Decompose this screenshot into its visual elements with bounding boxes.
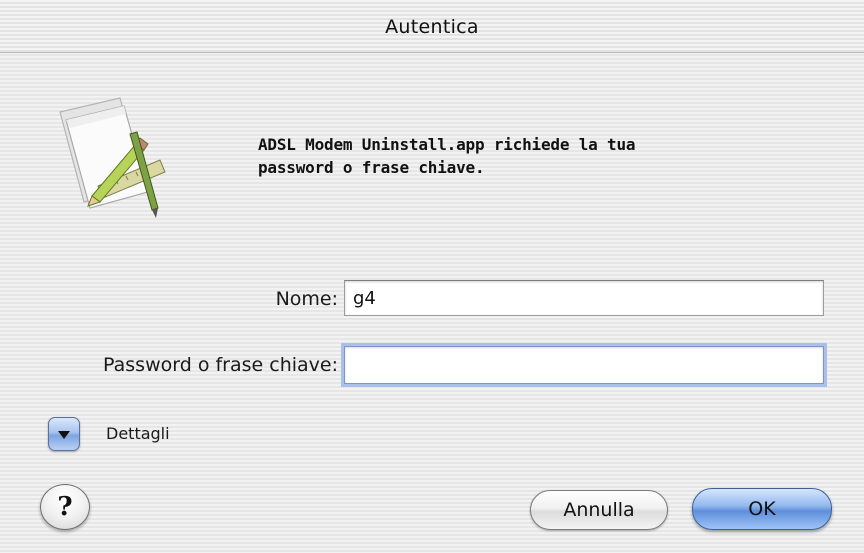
help-button[interactable]: ? xyxy=(40,484,90,530)
dialog-message-line-1: ADSL Modem Uninstall.app richiede la tua xyxy=(258,135,636,154)
ok-button[interactable]: OK xyxy=(692,488,832,530)
title-bar[interactable]: Autentica xyxy=(0,0,864,53)
details-label: Dettagli xyxy=(106,424,170,443)
auth-dialog: Autentica ADSL Modem Uninstall.app richi… xyxy=(0,0,864,553)
name-label: Nome: xyxy=(275,288,338,310)
window-title: Autentica xyxy=(385,16,479,38)
dialog-message: ADSL Modem Uninstall.app richiede la tua… xyxy=(258,133,818,179)
application-pencil-ruler-icon xyxy=(40,90,175,220)
disclosure-triangle-down-icon xyxy=(58,431,70,439)
dialog-message-line-2: password o frase chiave. xyxy=(258,158,485,177)
name-field[interactable] xyxy=(344,280,824,316)
password-field[interactable] xyxy=(344,346,824,384)
details-disclosure-button[interactable] xyxy=(48,417,80,451)
password-label: Password o frase chiave: xyxy=(103,354,338,376)
cancel-button[interactable]: Annulla xyxy=(530,490,668,530)
